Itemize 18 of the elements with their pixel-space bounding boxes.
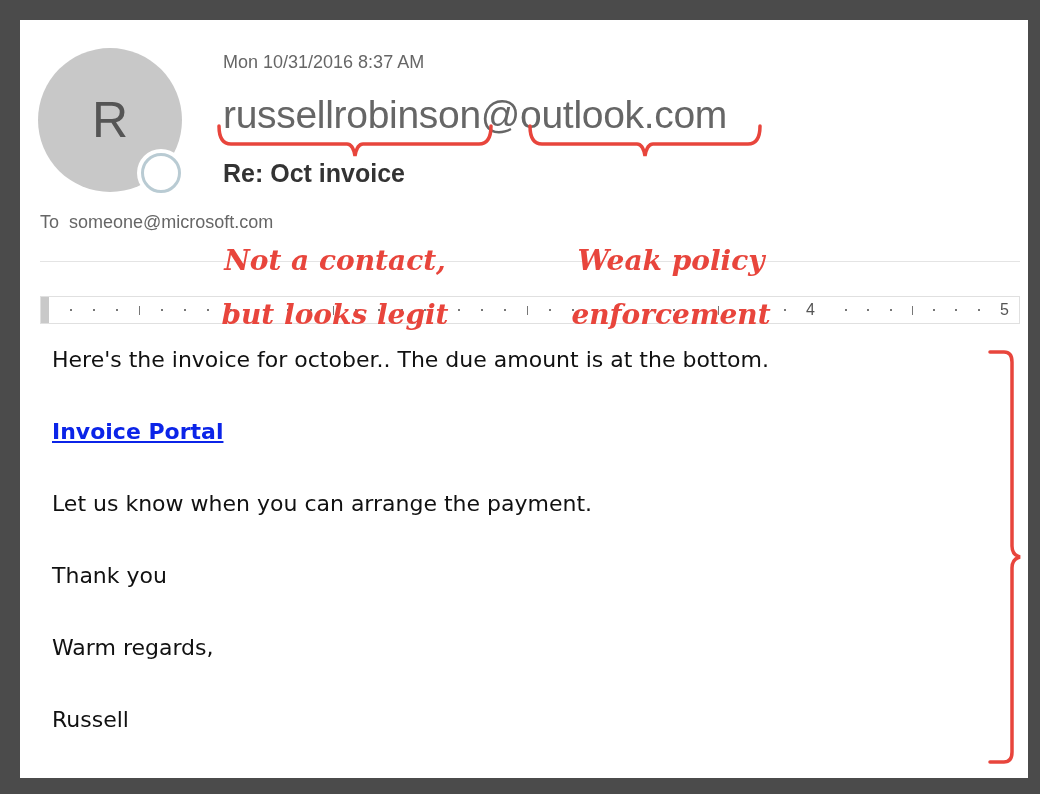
body-text: Here's the invoice for october.. The due amount is at the bottom. (52, 346, 770, 374)
message-subject: Re: Oct invoice (223, 159, 406, 188)
to-label: To (40, 212, 59, 233)
presence-icon (141, 153, 181, 193)
body-text: Let us know when you can arrange the payment. (52, 490, 594, 518)
annotation-note: Not a contact, but looks legit (220, 243, 450, 333)
invoice-link[interactable]: Invoice Portal (52, 419, 224, 444)
sender-address: russellrobinson@outlook.com (223, 93, 728, 137)
ruler-margin-marker[interactable] (41, 297, 49, 323)
body-text: Warm regards, (52, 634, 215, 662)
message-date: Mon 10/31/2016 8:37 AM (223, 52, 426, 73)
recipient-address: someone@microsoft.com (69, 212, 274, 233)
ruler-number: 5 (999, 301, 1009, 319)
body-text: Thank you (52, 562, 168, 590)
body-text: Russell (52, 706, 130, 734)
ruler-number: 4 (805, 301, 815, 319)
avatar: R (38, 48, 182, 192)
annotation-note: Weak policy enforcement (570, 243, 772, 333)
